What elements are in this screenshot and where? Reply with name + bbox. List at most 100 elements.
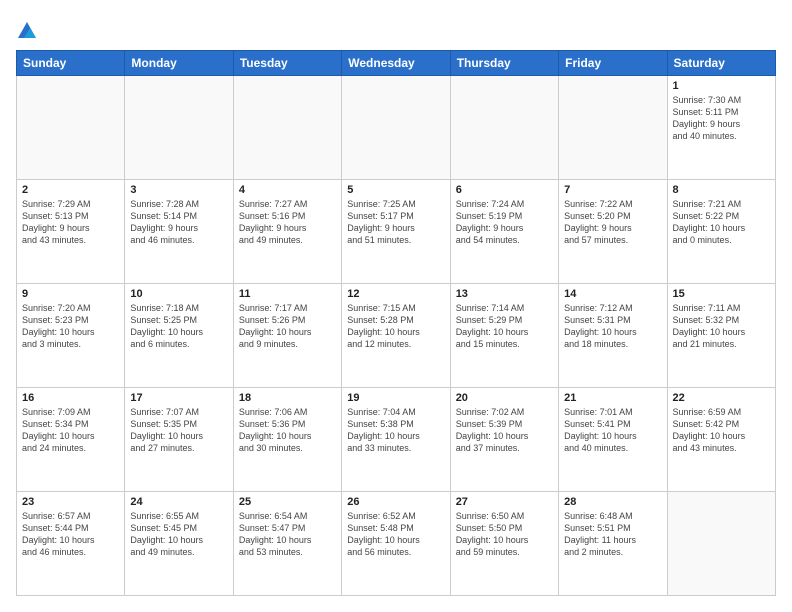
day-number: 26 <box>347 496 444 508</box>
col-header-monday: Monday <box>125 51 233 76</box>
day-number: 24 <box>130 496 227 508</box>
day-cell: 1Sunrise: 7:30 AM Sunset: 5:11 PM Daylig… <box>667 76 775 180</box>
day-info: Sunrise: 7:04 AM Sunset: 5:38 PM Dayligh… <box>347 406 444 455</box>
day-cell: 5 Sunrise: 7:25 AM Sunset: 5:17 PM Daylig… <box>342 180 450 284</box>
day-info: Sunrise: 7:02 AM Sunset: 5:39 PM Dayligh… <box>456 406 553 455</box>
day-cell: 27 Sunrise: 6:50 AM Sunset: 5:50 PM Dayli… <box>450 492 558 596</box>
day-cell <box>342 76 450 180</box>
day-info: Sunrise: 7:09 AM Sunset: 5:34 PM Dayligh… <box>22 406 119 455</box>
day-cell: 2 Sunrise: 7:29 AM Sunset: 5:13 PM Daylig… <box>17 180 125 284</box>
day-cell <box>450 76 558 180</box>
day-number: 15 <box>673 288 770 300</box>
week-row-1: 1Sunrise: 7:30 AM Sunset: 5:11 PM Daylig… <box>17 76 776 180</box>
day-cell: 8 Sunrise: 7:21 AM Sunset: 5:22 PM Daylig… <box>667 180 775 284</box>
day-number: 18 <box>239 392 336 404</box>
day-number: 10 <box>130 288 227 300</box>
day-info: Sunrise: 7:17 AM Sunset: 5:26 PM Dayligh… <box>239 302 336 351</box>
day-number: 23 <box>22 496 119 508</box>
day-number: 19 <box>347 392 444 404</box>
col-header-friday: Friday <box>559 51 667 76</box>
day-cell: 3Sunrise: 7:28 AM Sunset: 5:14 PM Daylig… <box>125 180 233 284</box>
day-number: 5 <box>347 184 444 196</box>
day-info: Sunrise: 6:50 AM Sunset: 5:50 PM Dayligh… <box>456 510 553 559</box>
day-cell: 18 Sunrise: 7:06 AM Sunset: 5:36 PM Dayli… <box>233 388 341 492</box>
day-number: 25 <box>239 496 336 508</box>
day-cell: 15 Sunrise: 7:11 AM Sunset: 5:32 PM Dayli… <box>667 284 775 388</box>
day-cell <box>17 76 125 180</box>
day-number: 7 <box>564 184 661 196</box>
day-cell: 23 Sunrise: 6:57 AM Sunset: 5:44 PM Dayli… <box>17 492 125 596</box>
day-cell: 17 Sunrise: 7:07 AM Sunset: 5:35 PM Dayli… <box>125 388 233 492</box>
day-info: Sunrise: 6:55 AM Sunset: 5:45 PM Dayligh… <box>130 510 227 559</box>
day-number: 22 <box>673 392 770 404</box>
day-number: 3 <box>130 184 227 196</box>
day-cell: 13 Sunrise: 7:14 AM Sunset: 5:29 PM Dayli… <box>450 284 558 388</box>
day-info: Sunrise: 6:48 AM Sunset: 5:51 PM Dayligh… <box>564 510 661 559</box>
day-number: 6 <box>456 184 553 196</box>
day-info: Sunrise: 6:59 AM Sunset: 5:42 PM Dayligh… <box>673 406 770 455</box>
col-header-wednesday: Wednesday <box>342 51 450 76</box>
col-header-tuesday: Tuesday <box>233 51 341 76</box>
week-row-3: 9 Sunrise: 7:20 AM Sunset: 5:23 PM Daylig… <box>17 284 776 388</box>
day-number: 8 <box>673 184 770 196</box>
day-info: Sunrise: 7:25 AM Sunset: 5:17 PM Dayligh… <box>347 198 444 247</box>
day-cell: 7 Sunrise: 7:22 AM Sunset: 5:20 PM Daylig… <box>559 180 667 284</box>
day-cell <box>125 76 233 180</box>
page: SundayMondayTuesdayWednesdayThursdayFrid… <box>0 0 792 612</box>
header <box>16 16 776 42</box>
day-cell: 11 Sunrise: 7:17 AM Sunset: 5:26 PM Dayli… <box>233 284 341 388</box>
day-info: Sunrise: 7:14 AM Sunset: 5:29 PM Dayligh… <box>456 302 553 351</box>
day-info: Sunrise: 7:18 AM Sunset: 5:25 PM Dayligh… <box>130 302 227 351</box>
week-row-4: 16 Sunrise: 7:09 AM Sunset: 5:34 PM Dayli… <box>17 388 776 492</box>
day-number: 16 <box>22 392 119 404</box>
day-cell: 4 Sunrise: 7:27 AM Sunset: 5:16 PM Daylig… <box>233 180 341 284</box>
logo-icon <box>16 20 38 42</box>
day-info: Sunrise: 6:57 AM Sunset: 5:44 PM Dayligh… <box>22 510 119 559</box>
day-cell <box>559 76 667 180</box>
day-number: 14 <box>564 288 661 300</box>
day-info: Sunrise: 7:20 AM Sunset: 5:23 PM Dayligh… <box>22 302 119 351</box>
day-cell <box>667 492 775 596</box>
day-info: Sunrise: 7:22 AM Sunset: 5:20 PM Dayligh… <box>564 198 661 247</box>
day-number: 9 <box>22 288 119 300</box>
day-info: Sunrise: 7:11 AM Sunset: 5:32 PM Dayligh… <box>673 302 770 351</box>
day-number: 11 <box>239 288 336 300</box>
calendar-table: SundayMondayTuesdayWednesdayThursdayFrid… <box>16 50 776 596</box>
day-cell: 14Sunrise: 7:12 AM Sunset: 5:31 PM Dayli… <box>559 284 667 388</box>
day-cell: 24 Sunrise: 6:55 AM Sunset: 5:45 PM Dayli… <box>125 492 233 596</box>
day-number: 4 <box>239 184 336 196</box>
day-info: Sunrise: 7:24 AM Sunset: 5:19 PM Dayligh… <box>456 198 553 247</box>
day-info: Sunrise: 6:52 AM Sunset: 5:48 PM Dayligh… <box>347 510 444 559</box>
day-cell: 12 Sunrise: 7:15 AM Sunset: 5:28 PM Dayli… <box>342 284 450 388</box>
day-info: Sunrise: 7:06 AM Sunset: 5:36 PM Dayligh… <box>239 406 336 455</box>
day-cell: 6 Sunrise: 7:24 AM Sunset: 5:19 PM Daylig… <box>450 180 558 284</box>
day-number: 20 <box>456 392 553 404</box>
logo <box>16 20 42 42</box>
day-cell: 19 Sunrise: 7:04 AM Sunset: 5:38 PM Dayli… <box>342 388 450 492</box>
day-info: Sunrise: 7:27 AM Sunset: 5:16 PM Dayligh… <box>239 198 336 247</box>
day-cell: 26 Sunrise: 6:52 AM Sunset: 5:48 PM Dayli… <box>342 492 450 596</box>
day-number: 21 <box>564 392 661 404</box>
col-header-sunday: Sunday <box>17 51 125 76</box>
day-cell: 25 Sunrise: 6:54 AM Sunset: 5:47 PM Dayli… <box>233 492 341 596</box>
day-number: 13 <box>456 288 553 300</box>
day-number: 27 <box>456 496 553 508</box>
day-info: Sunrise: 7:01 AM Sunset: 5:41 PM Dayligh… <box>564 406 661 455</box>
day-info: Sunrise: 7:29 AM Sunset: 5:13 PM Dayligh… <box>22 198 119 247</box>
day-number: 28 <box>564 496 661 508</box>
day-number: 17 <box>130 392 227 404</box>
day-info: Sunrise: 7:21 AM Sunset: 5:22 PM Dayligh… <box>673 198 770 247</box>
week-row-5: 23 Sunrise: 6:57 AM Sunset: 5:44 PM Dayli… <box>17 492 776 596</box>
week-row-2: 2 Sunrise: 7:29 AM Sunset: 5:13 PM Daylig… <box>17 180 776 284</box>
day-cell: 28 Sunrise: 6:48 AM Sunset: 5:51 PM Dayli… <box>559 492 667 596</box>
header-row: SundayMondayTuesdayWednesdayThursdayFrid… <box>17 51 776 76</box>
day-info: Sunrise: 7:07 AM Sunset: 5:35 PM Dayligh… <box>130 406 227 455</box>
day-cell: 9 Sunrise: 7:20 AM Sunset: 5:23 PM Daylig… <box>17 284 125 388</box>
day-info: Sunrise: 6:54 AM Sunset: 5:47 PM Dayligh… <box>239 510 336 559</box>
day-cell: 16 Sunrise: 7:09 AM Sunset: 5:34 PM Dayli… <box>17 388 125 492</box>
day-cell: 10 Sunrise: 7:18 AM Sunset: 5:25 PM Dayli… <box>125 284 233 388</box>
col-header-saturday: Saturday <box>667 51 775 76</box>
day-number: 12 <box>347 288 444 300</box>
day-number: 2 <box>22 184 119 196</box>
day-info: Sunrise: 7:15 AM Sunset: 5:28 PM Dayligh… <box>347 302 444 351</box>
